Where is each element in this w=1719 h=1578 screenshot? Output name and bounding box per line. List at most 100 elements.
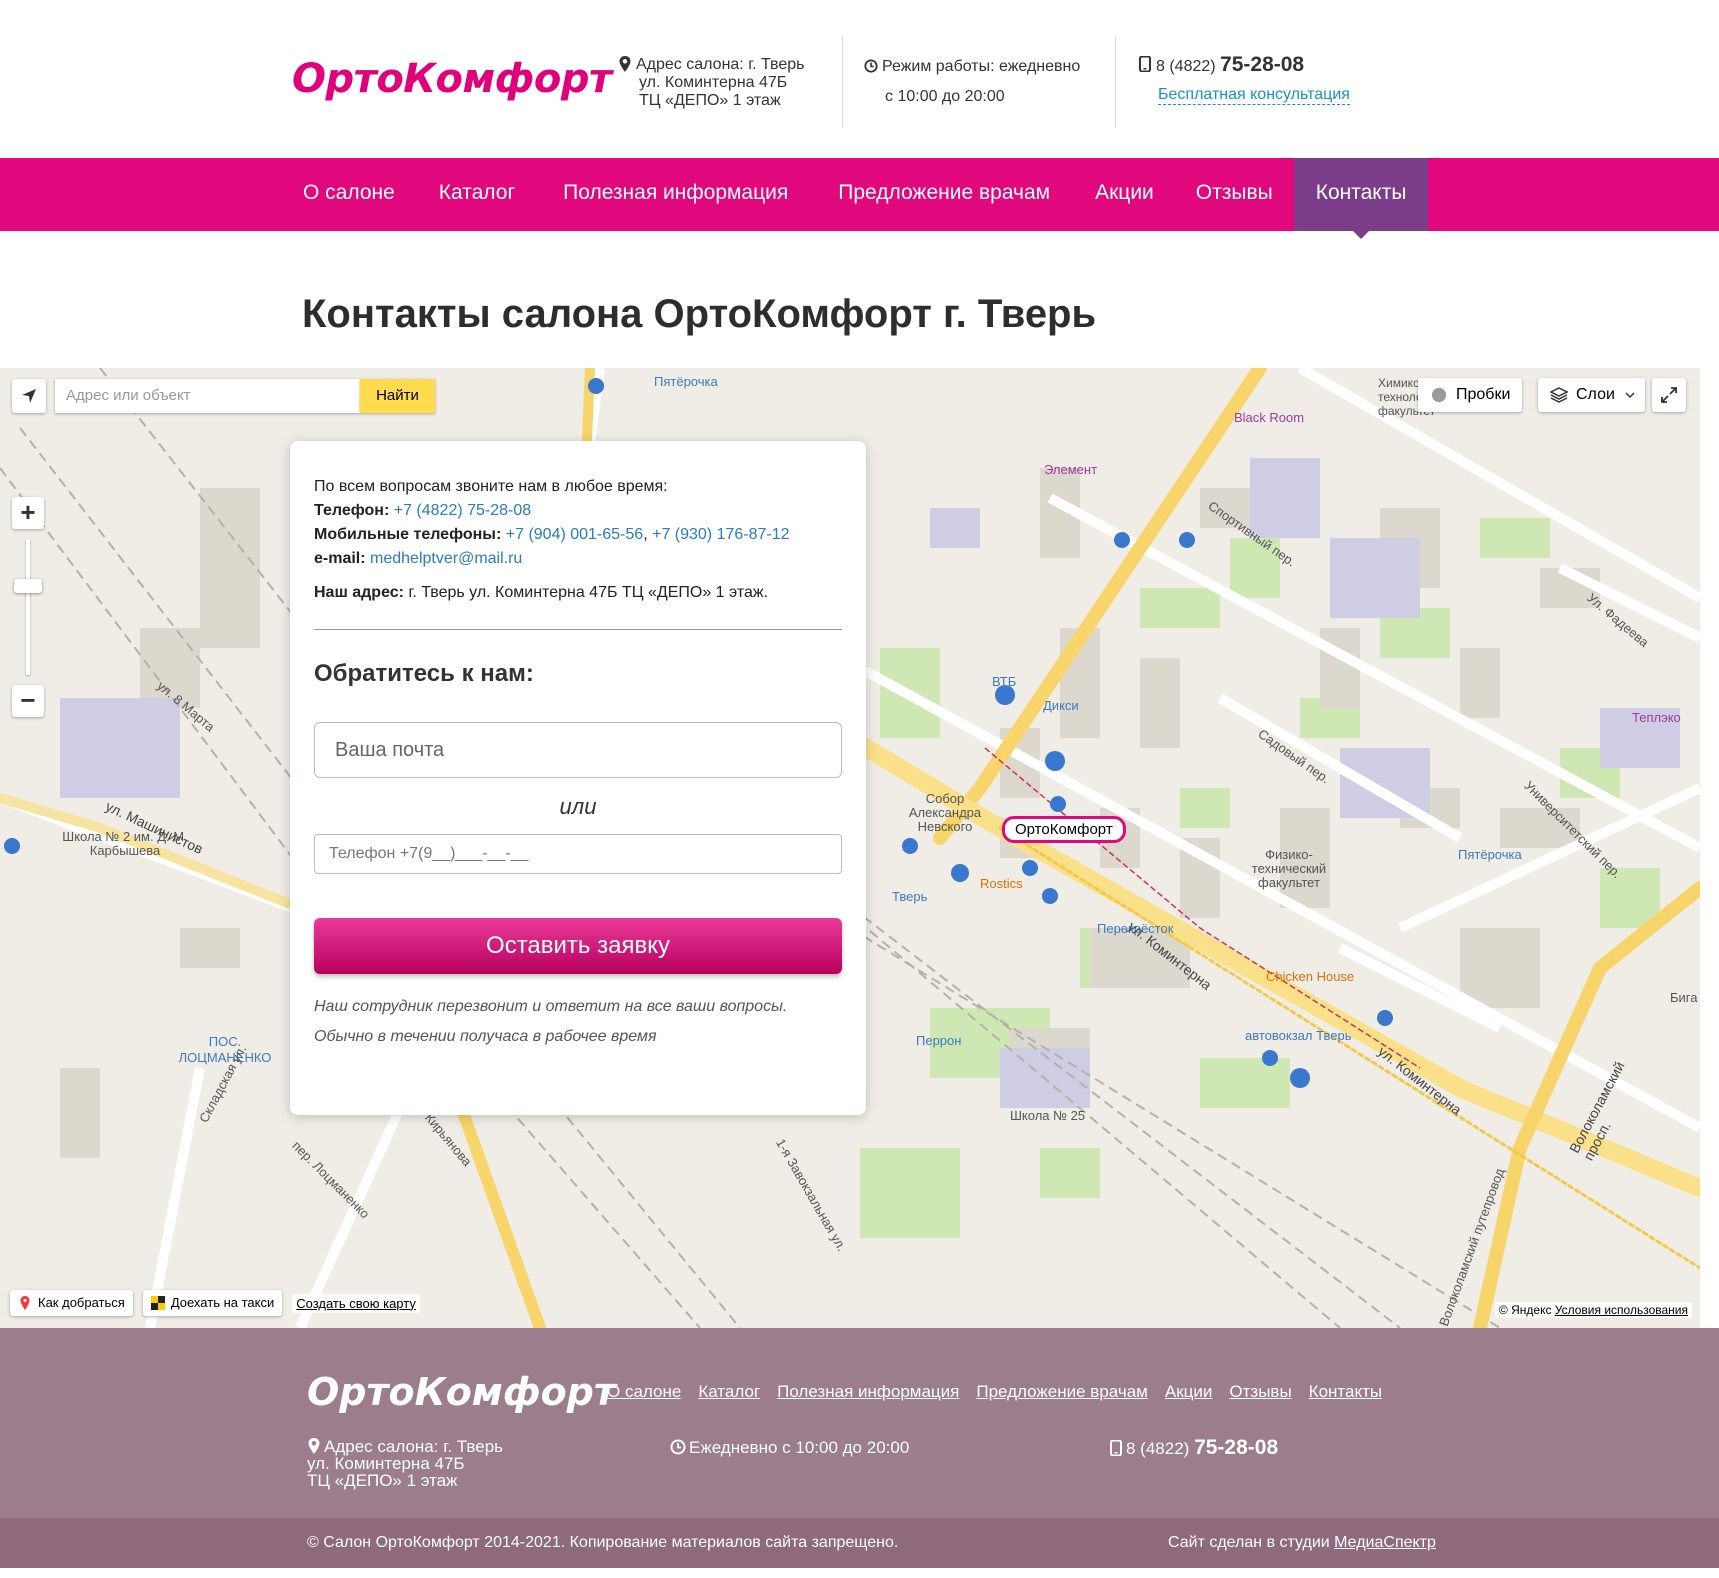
- footer-nav-catalog[interactable]: Каталог: [698, 1382, 760, 1402]
- map-label-element[interactable]: Элемент: [1044, 462, 1097, 477]
- geolocation-arrow-icon: [22, 389, 36, 403]
- phone-prefix: 8 (4822): [1156, 58, 1216, 75]
- mobile-link-1[interactable]: +7 (904) 001-65-56: [506, 526, 643, 543]
- map-search-bar: Адрес или объект Найти: [12, 379, 435, 413]
- footer-nav-doctors[interactable]: Предложение врачам: [976, 1382, 1148, 1402]
- zoom-in-button[interactable]: +: [12, 497, 44, 529]
- hours-line2: с 10:00 до 20:00: [885, 88, 1005, 105]
- footer-hours-text: Ежедневно с 10:00 до 20:00: [689, 1438, 910, 1457]
- email-field[interactable]: Ваша почта: [314, 722, 842, 778]
- contact-email-row: e-mail: medhelptver@mail.ru: [314, 547, 842, 571]
- note-line1: Наш сотрудник перезвонит и ответит на вс…: [314, 998, 788, 1015]
- map-label-school25[interactable]: Школа № 25: [1010, 1108, 1085, 1123]
- footer-hours: Ежедневно с 10:00 до 20:00: [670, 1438, 909, 1458]
- zoom-out-button[interactable]: −: [12, 685, 44, 717]
- traffic-icon: [1431, 387, 1447, 403]
- fullscreen-button[interactable]: [1652, 378, 1686, 412]
- card-divider: [314, 629, 842, 630]
- nav-item-promotions[interactable]: Акции: [1074, 158, 1175, 231]
- nav-item-about[interactable]: О салоне: [281, 158, 417, 231]
- zoom-control: + −: [12, 497, 44, 717]
- nav-item-useful-info[interactable]: Полезная информация: [537, 158, 814, 231]
- footer-nav-reviews[interactable]: Отзывы: [1229, 1382, 1291, 1402]
- contact-mobile-row: Мобильные телефоны: +7 (904) 001-65-56, …: [314, 523, 842, 547]
- zoom-slider-handle[interactable]: [14, 579, 42, 593]
- header-divider: [1115, 36, 1116, 128]
- address-label: Наш адрес:: [314, 584, 404, 601]
- mobile-phone-icon: [1110, 1440, 1122, 1456]
- submit-request-button[interactable]: Оставить заявку: [314, 918, 842, 974]
- header-divider: [842, 36, 843, 128]
- footer-nav-contacts[interactable]: Контакты: [1309, 1382, 1382, 1402]
- phone-number[interactable]: 75-28-08: [1220, 53, 1304, 76]
- expand-icon: [1661, 387, 1677, 403]
- nav-item-doctors[interactable]: Предложение врачам: [814, 158, 1074, 231]
- map-label-perron[interactable]: Перрон: [916, 1033, 961, 1048]
- map-label-tver-station[interactable]: Тверь: [892, 889, 927, 904]
- taxi-label: Доехать на такси: [170, 1295, 275, 1310]
- geolocation-button[interactable]: [12, 379, 46, 413]
- header-phone: 8 (4822) 75-28-08 Бесплатная консультаци…: [1138, 53, 1350, 105]
- footer-logo[interactable]: ОртоКомфорт: [307, 1370, 616, 1414]
- traffic-label: Пробки: [1456, 386, 1511, 403]
- email-label: e-mail:: [314, 550, 366, 567]
- route-button[interactable]: Как добраться: [10, 1290, 133, 1316]
- footer-nav-about[interactable]: О салоне: [607, 1382, 681, 1402]
- create-map-link[interactable]: Создать свою карту: [292, 1293, 420, 1313]
- map-label-pyaterochka[interactable]: Пятёрочка: [654, 374, 718, 389]
- map-marker-ortokomfort[interactable]: ОртоКомфорт: [1002, 816, 1126, 843]
- mobile-link-2[interactable]: +7 (930) 176-87-12: [652, 526, 789, 543]
- nav-item-contacts[interactable]: Контакты: [1293, 158, 1429, 239]
- mobile-separator: ,: [643, 526, 648, 543]
- header-address: Адрес салона: г. Тверь ул. Коминтерна 47…: [618, 56, 804, 110]
- taxi-button[interactable]: Доехать на такси: [142, 1290, 283, 1316]
- footer-phone-number[interactable]: 75-28-08: [1194, 1436, 1278, 1459]
- map-label-vtb[interactable]: ВТБ: [992, 674, 1016, 689]
- free-consultation-link[interactable]: Бесплатная консультация: [1158, 86, 1350, 105]
- page-title: Контакты салона ОртоКомфорт г. Тверь: [302, 292, 1097, 336]
- traffic-button[interactable]: Пробки: [1418, 378, 1523, 412]
- map-label-rostics[interactable]: Rostics: [980, 876, 1023, 891]
- footer-copyright: © Салон ОртоКомфорт 2014-2021. Копирован…: [307, 1534, 899, 1551]
- nav-item-catalog[interactable]: Каталог: [417, 158, 537, 231]
- address-line3: ТЦ «ДЕПО» 1 этаж: [639, 92, 781, 109]
- form-note: Наш сотрудник перезвонит и ответит на вс…: [314, 992, 842, 1052]
- map-label-black-room[interactable]: Black Room: [1234, 410, 1304, 425]
- map-search-button[interactable]: Найти: [360, 379, 435, 413]
- footer-phone: 8 (4822) 75-28-08: [1110, 1436, 1278, 1460]
- terms-link[interactable]: Условия использования: [1555, 1303, 1688, 1317]
- email-link[interactable]: medhelptver@mail.ru: [370, 550, 522, 567]
- contact-intro: По всем вопросам звоните нам в любое вре…: [314, 478, 668, 495]
- map-label-sobor[interactable]: Собор Александра Невского: [890, 792, 1000, 834]
- note-line2: Обычно в течении получаса в рабочее врем…: [314, 1028, 657, 1045]
- map-label-fiztech[interactable]: Физико-технический факультет: [1244, 848, 1334, 890]
- site-header: ОртоКомфорт Адрес салона: г. Тверь ул. К…: [0, 0, 1719, 158]
- map-label-diksi[interactable]: Дикси: [1043, 698, 1079, 713]
- map-label-pyaterochka-2[interactable]: Пятёрочка: [1458, 847, 1522, 862]
- map-label-biga[interactable]: Бига: [1670, 990, 1697, 1005]
- location-pin-icon: [619, 56, 631, 72]
- site-logo[interactable]: ОртоКомфорт: [292, 56, 612, 102]
- site-footer: ОртоКомфорт О салоне Каталог Полезная ин…: [0, 1328, 1719, 1518]
- footer-nav-promotions[interactable]: Акции: [1165, 1382, 1213, 1402]
- map-label-teplako[interactable]: Теплэко: [1632, 710, 1681, 725]
- map-label-avtovokzal[interactable]: автовокзал Тверь: [1245, 1028, 1351, 1043]
- nav-item-reviews[interactable]: Отзывы: [1175, 158, 1294, 231]
- phone-label: Телефон:: [314, 502, 390, 519]
- address-line1: Адрес салона: г. Тверь: [636, 56, 805, 73]
- contact-address-row: Наш адрес: г. Тверь ул. Коминтерна 47Б Т…: [314, 581, 842, 605]
- footer-nav-useful-info[interactable]: Полезная информация: [777, 1382, 959, 1402]
- mobile-label: Мобильные телефоны:: [314, 526, 502, 543]
- studio-link[interactable]: МедиаСпектр: [1334, 1534, 1436, 1551]
- phone-link[interactable]: +7 (4822) 75-28-08: [394, 502, 531, 519]
- map-search-input[interactable]: Адрес или объект: [55, 379, 360, 413]
- layers-icon: [1550, 387, 1568, 403]
- layers-button[interactable]: Слои: [1538, 378, 1645, 412]
- zoom-slider[interactable]: [14, 539, 42, 675]
- contact-card: По всем вопросам звоните нам в любое вре…: [290, 441, 866, 1115]
- map-label-chicken-house[interactable]: Chicken House: [1266, 969, 1354, 984]
- form-title: Обратитесь к нам:: [314, 660, 534, 687]
- footer-address: Адрес салона: г. Тверь ул. Коминтерна 47…: [307, 1438, 503, 1489]
- map-copyright: © Яндекс Условия использования: [1494, 1302, 1692, 1318]
- phone-field[interactable]: Телефон +7(9__)___-__-__: [314, 834, 842, 874]
